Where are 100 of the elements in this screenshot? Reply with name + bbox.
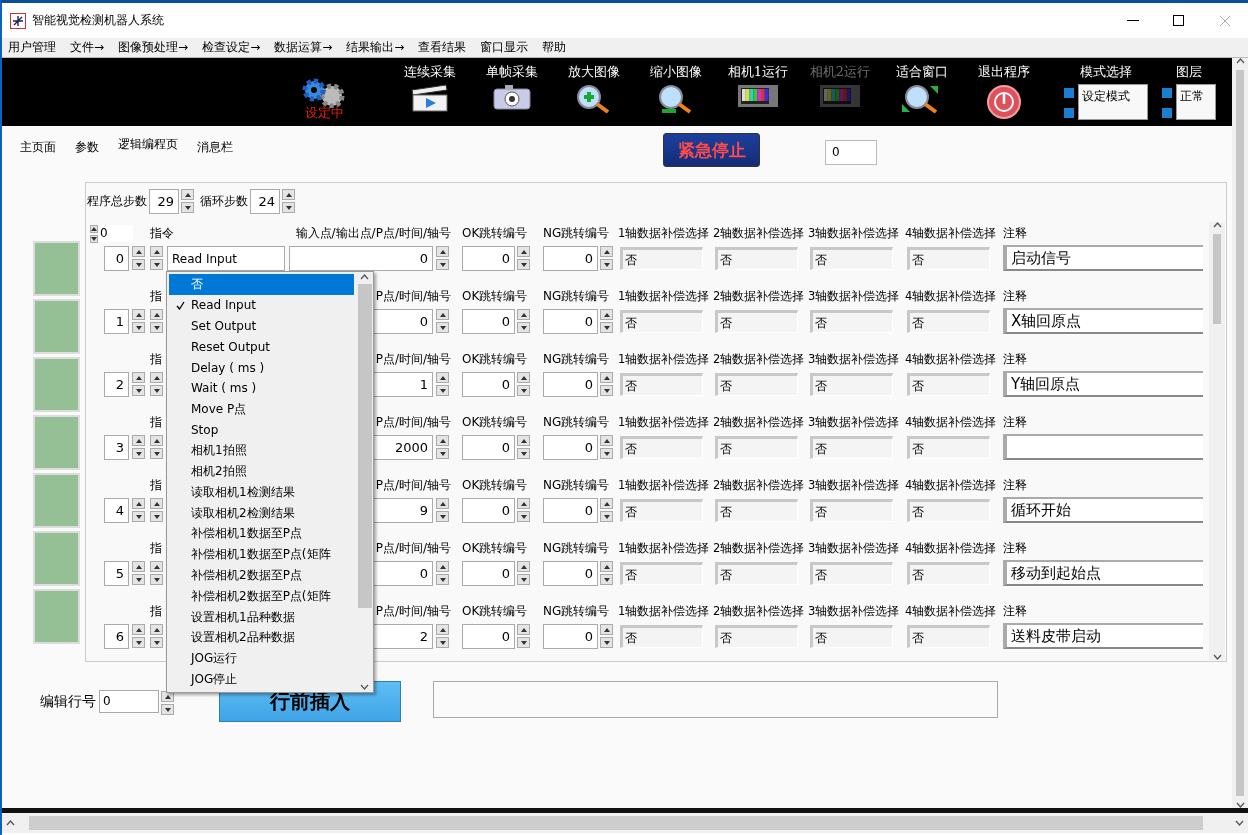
ok-jump-field[interactable]: 0 xyxy=(462,371,515,397)
step-up-button[interactable] xyxy=(517,435,530,446)
row-index-field[interactable]: 0 xyxy=(98,225,133,242)
compensation-field[interactable]: 否 xyxy=(907,498,990,522)
step-up-button[interactable] xyxy=(132,246,145,257)
ng-jump-field[interactable]: 0 xyxy=(543,560,598,586)
compensation-field[interactable]: 否 xyxy=(620,624,703,648)
step-down-button[interactable] xyxy=(150,574,163,585)
horizontal-scrollbar[interactable] xyxy=(2,813,1248,833)
step-down-button[interactable] xyxy=(436,322,449,333)
dropdown-item[interactable]: Wait ( ms ) xyxy=(169,378,355,399)
step-up-button[interactable] xyxy=(132,498,145,509)
step-down-button[interactable] xyxy=(600,259,613,270)
dropdown-item[interactable]: Set Output xyxy=(169,315,355,337)
step-up-button[interactable] xyxy=(517,246,530,257)
ok-jump-field[interactable]: 0 xyxy=(462,434,515,460)
step-up-button[interactable] xyxy=(600,561,613,572)
row-number-field[interactable]: 3 xyxy=(104,434,129,460)
scroll-thumb[interactable] xyxy=(1236,70,1244,796)
comment-field[interactable]: 送料皮带启动 xyxy=(1003,623,1203,649)
toolbar-button[interactable]: 退出程序 xyxy=(964,58,1044,122)
step-up-button[interactable] xyxy=(132,561,145,572)
step-down-button[interactable] xyxy=(436,637,449,648)
step-down-button[interactable] xyxy=(150,637,163,648)
compensation-field[interactable]: 否 xyxy=(620,246,703,270)
compensation-field[interactable]: 否 xyxy=(810,624,893,648)
step-up-button[interactable] xyxy=(150,435,163,446)
step-down-button[interactable] xyxy=(436,511,449,522)
compensation-field[interactable]: 否 xyxy=(810,435,893,459)
step-up-button[interactable] xyxy=(436,435,449,446)
step-down-button[interactable] xyxy=(150,385,163,396)
ok-jump-field[interactable]: 0 xyxy=(462,308,515,334)
step-up-button[interactable] xyxy=(150,246,163,257)
menu-item[interactable]: 查看结果 xyxy=(418,39,467,56)
compensation-field[interactable]: 否 xyxy=(810,246,893,270)
compensation-field[interactable]: 否 xyxy=(907,435,990,459)
mode-select[interactable]: 设定模式 xyxy=(1078,84,1148,120)
menu-item[interactable]: 结果输出→ xyxy=(346,39,405,56)
row-number-field[interactable]: 2 xyxy=(104,371,129,397)
layer-select[interactable]: 正常 xyxy=(1176,84,1216,120)
compensation-field[interactable]: 否 xyxy=(715,435,798,459)
step-down-button[interactable] xyxy=(517,259,530,270)
step-down-button[interactable] xyxy=(517,448,530,459)
step-up-button[interactable] xyxy=(150,309,163,320)
step-up-button[interactable] xyxy=(600,246,613,257)
scroll-thumb[interactable] xyxy=(29,816,1203,830)
step-up-button[interactable] xyxy=(517,372,530,383)
instruction-select[interactable]: Read Input xyxy=(167,245,285,271)
compensation-field[interactable]: 否 xyxy=(907,309,990,333)
compensation-field[interactable]: 否 xyxy=(620,309,703,333)
toolbar-button[interactable]: 单帧采集 xyxy=(472,58,552,122)
row-number-field[interactable]: 6 xyxy=(104,623,129,649)
step-up-button[interactable] xyxy=(517,624,530,635)
toolbar-button[interactable]: 相机1运行 xyxy=(718,58,798,122)
compensation-field[interactable]: 否 xyxy=(907,372,990,396)
compensation-field[interactable]: 否 xyxy=(810,309,893,333)
step-up-button[interactable] xyxy=(150,372,163,383)
step-down-button[interactable] xyxy=(150,448,163,459)
row-number-field[interactable]: 0 xyxy=(104,245,129,271)
step-up-button[interactable] xyxy=(436,309,449,320)
dropdown-item[interactable]: 补偿相机2数据至P点(矩阵 xyxy=(169,585,355,607)
dropdown-item[interactable]: 补偿相机1数据至P点(矩阵 xyxy=(169,544,355,566)
step-up-button[interactable] xyxy=(436,561,449,572)
menu-item[interactable]: 用户管理 xyxy=(8,39,56,56)
step-down-button[interactable] xyxy=(517,574,530,585)
scrollbar[interactable] xyxy=(356,274,373,690)
row-number-field[interactable]: 1 xyxy=(104,308,129,334)
comment-field[interactable]: 启动信号 xyxy=(1003,245,1203,271)
step-down-button[interactable] xyxy=(600,511,613,522)
step-down-button[interactable] xyxy=(517,322,530,333)
step-down-button[interactable] xyxy=(436,259,449,270)
compensation-field[interactable]: 否 xyxy=(810,561,893,585)
step-down-button[interactable] xyxy=(132,637,145,648)
compensation-field[interactable]: 否 xyxy=(715,246,798,270)
step-up-button[interactable] xyxy=(436,498,449,509)
io-field[interactable]: 0 xyxy=(289,245,433,271)
scrollbar[interactable] xyxy=(1232,58,1248,808)
step-down-button[interactable] xyxy=(132,448,145,459)
ng-jump-field[interactable]: 0 xyxy=(543,371,598,397)
loop-steps-field[interactable]: 24 xyxy=(250,188,280,214)
step-up-button[interactable] xyxy=(436,624,449,635)
ok-jump-field[interactable]: 0 xyxy=(462,623,515,649)
step-up-button[interactable] xyxy=(517,498,530,509)
compensation-field[interactable]: 否 xyxy=(907,561,990,585)
dropdown-item[interactable]: 读取相机1检测结果 xyxy=(169,481,355,503)
step-up-button[interactable] xyxy=(132,435,145,446)
dropdown-item[interactable]: 否 xyxy=(169,274,355,295)
step-down-button[interactable] xyxy=(436,385,449,396)
step-up-button[interactable] xyxy=(600,372,613,383)
step-up-button[interactable] xyxy=(282,189,295,200)
comment-field[interactable]: 移动到起始点 xyxy=(1003,560,1203,586)
dropdown-item[interactable]: 读取相机2检测结果 xyxy=(169,502,355,524)
compensation-field[interactable]: 否 xyxy=(620,498,703,522)
step-down-button[interactable] xyxy=(132,511,145,522)
step-up-button[interactable] xyxy=(132,372,145,383)
step-down-button[interactable] xyxy=(436,574,449,585)
scrollbar[interactable] xyxy=(1209,222,1225,660)
ok-jump-field[interactable]: 0 xyxy=(462,245,515,271)
step-down-button[interactable] xyxy=(517,637,530,648)
step-down-button[interactable] xyxy=(132,322,145,333)
